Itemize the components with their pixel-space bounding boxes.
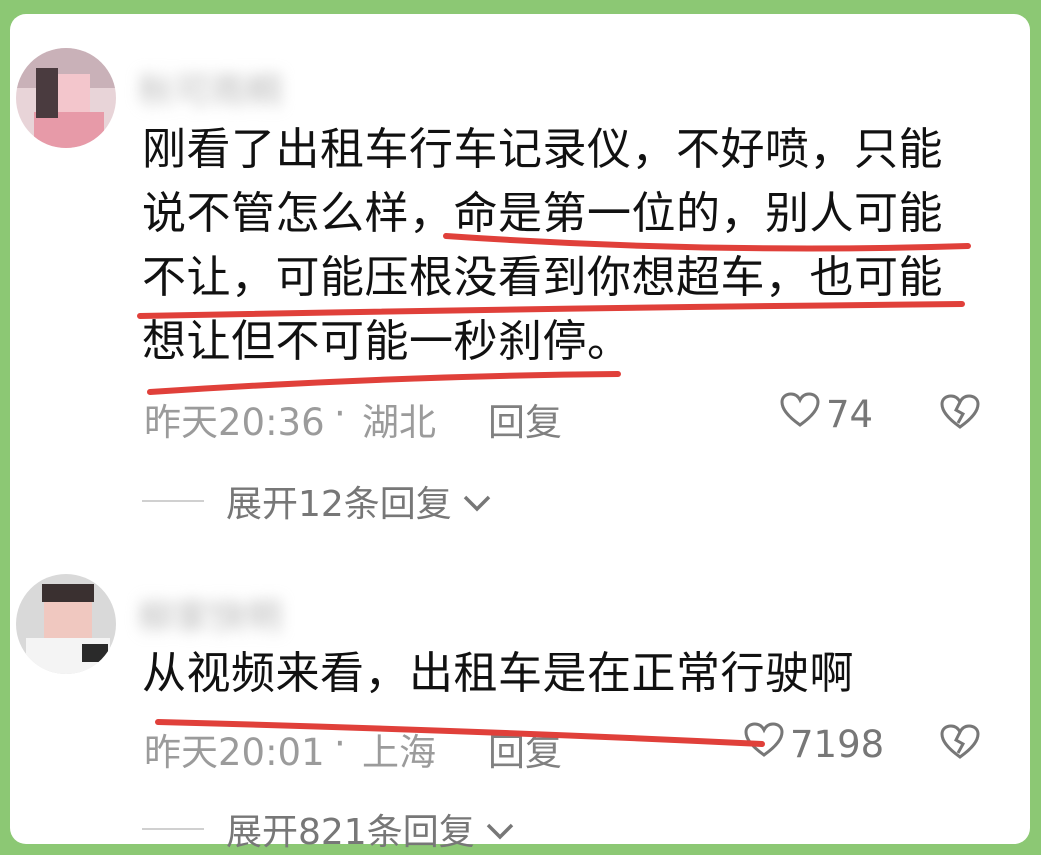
location: 湖北 [362, 401, 436, 444]
reply-button[interactable]: 回复 [488, 392, 562, 446]
separator: · [334, 722, 346, 765]
like-count: 74 [826, 393, 874, 436]
like-count: 7198 [790, 723, 885, 766]
expand-replies-button[interactable]: 展开821条回复 [142, 804, 515, 854]
like-button[interactable]: 7198 [744, 722, 884, 767]
expand-label: 展开12条回复 [226, 484, 452, 525]
timestamp: 昨天20:36 [144, 401, 325, 444]
comment-meta: 昨天20:36 · 湖北 回复 74 [144, 392, 1004, 444]
divider [142, 828, 204, 830]
chevron-down-icon [485, 809, 515, 850]
dislike-button[interactable] [940, 394, 980, 439]
separator: · [334, 392, 346, 435]
comment-text: 刚看了出租车行车记录仪，不好喷，只能说不管怎么样，命是第一位的，别人可能不让，可… [142, 124, 943, 367]
like-button[interactable]: 74 [780, 392, 873, 437]
divider [142, 500, 204, 502]
broken-heart-icon [940, 724, 980, 769]
underline-mark [147, 371, 621, 395]
timestamp: 昨天20:01 [144, 731, 325, 774]
comment-meta: 昨天20:01 · 上海 回复 7198 [144, 722, 1004, 774]
heart-outline-icon [744, 722, 784, 767]
expand-replies-button[interactable]: 展开12条回复 [142, 476, 492, 526]
heart-outline-icon [780, 392, 820, 437]
broken-heart-icon [940, 394, 980, 439]
avatar[interactable] [16, 574, 116, 674]
username[interactable]: 柳家快明 [138, 588, 338, 638]
username[interactable]: 秋可雨桐 [138, 62, 338, 112]
chevron-down-icon [462, 481, 492, 522]
reply-button[interactable]: 回复 [488, 722, 562, 776]
comment-text: 从视频来看，出租车是在正常行驶啊 [142, 648, 854, 699]
dislike-button[interactable] [940, 724, 980, 769]
expand-label: 展开821条回复 [226, 812, 475, 853]
location: 上海 [362, 731, 436, 774]
comment-panel: 秋可雨桐 刚看了出租车行车记录仪，不好喷，只能说不管怎么样，命是第一位的，别人可… [10, 14, 1030, 853]
avatar[interactable] [16, 48, 116, 148]
